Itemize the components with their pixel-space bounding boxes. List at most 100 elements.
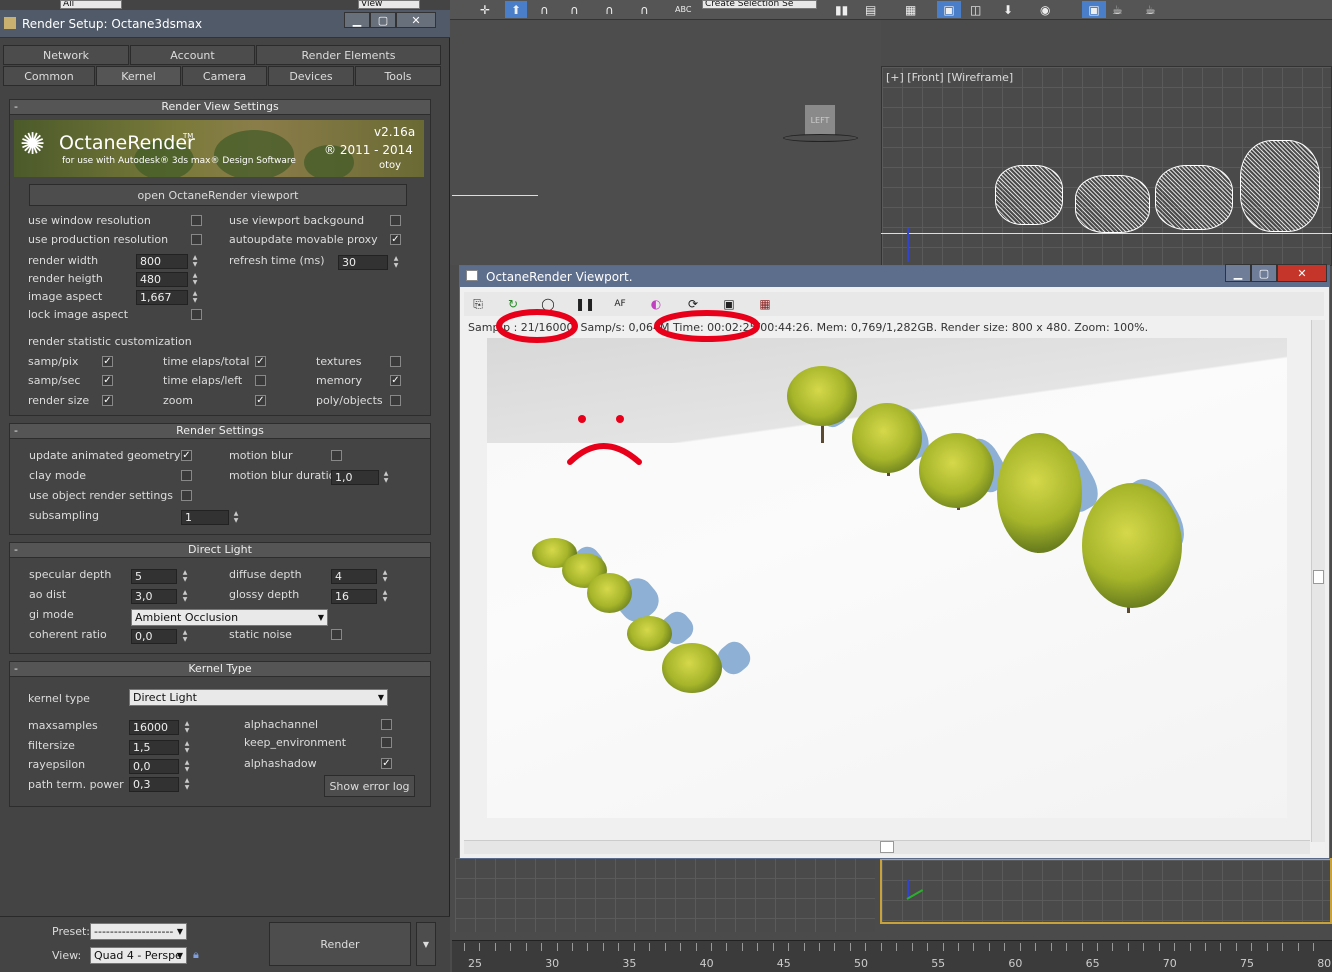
- render-button[interactable]: Render: [269, 922, 411, 966]
- preset-dropdown[interactable]: -------------------- ▼: [90, 923, 187, 940]
- glossy-depth-field[interactable]: 16: [331, 589, 377, 604]
- object-settings-checkbox[interactable]: [181, 490, 192, 501]
- close-button[interactable]: ✕: [396, 12, 436, 28]
- ov-close-button[interactable]: ✕: [1277, 264, 1327, 282]
- use-production-resolution-checkbox[interactable]: [191, 234, 202, 245]
- rayepsilon-spinner[interactable]: ▲ ▼: [183, 759, 191, 774]
- move-icon[interactable]: ✛: [480, 1, 490, 18]
- stat-samp-sec-checkbox[interactable]: ✓: [102, 375, 113, 386]
- stat-samp-pix-checkbox[interactable]: ✓: [102, 356, 113, 367]
- static-noise-checkbox[interactable]: [331, 629, 342, 640]
- alphashadow-checkbox[interactable]: ✓: [381, 758, 392, 769]
- maxsamples-field[interactable]: 16000: [129, 720, 179, 735]
- stat-textures-checkbox[interactable]: [390, 356, 401, 367]
- filtersize-spinner[interactable]: ▲ ▼: [183, 740, 191, 755]
- render-setup-icon[interactable]: ▣: [1082, 1, 1106, 18]
- tab-camera[interactable]: Camera: [182, 66, 267, 86]
- stat-zoom-checkbox[interactable]: ✓: [255, 395, 266, 406]
- refresh-time-field[interactable]: 30: [338, 255, 388, 270]
- ov-minimize-button[interactable]: ▁: [1225, 264, 1251, 282]
- kernel-type-header[interactable]: - Kernel Type: [9, 661, 431, 677]
- perspective-viewport-active[interactable]: [880, 858, 1332, 924]
- layer-icon[interactable]: ▦: [905, 1, 916, 18]
- update-geometry-checkbox[interactable]: ✓: [181, 450, 192, 461]
- mirror-icon[interactable]: ▮▮: [835, 1, 848, 18]
- gi-mode-dropdown[interactable]: Ambient Occlusion ▼: [131, 609, 328, 626]
- coherent-ratio-spinner[interactable]: ▲ ▼: [181, 629, 189, 644]
- snap-toggle-icon[interactable]: ∩: [540, 1, 549, 18]
- align-icon[interactable]: ▤: [865, 1, 876, 18]
- ao-dist-field[interactable]: 3,0: [131, 589, 177, 604]
- open-octane-viewport-button[interactable]: open OctaneRender viewport: [29, 184, 407, 206]
- lock-icon[interactable]: 🔒︎: [193, 948, 199, 962]
- show-error-log-button[interactable]: Show error log: [324, 775, 415, 797]
- subsampling-spinner[interactable]: ▲ ▼: [232, 510, 240, 525]
- view-cube[interactable]: LEFT: [805, 105, 835, 135]
- motion-blur-checkbox[interactable]: [331, 450, 342, 461]
- path-term-power-spinner[interactable]: ▲ ▼: [183, 777, 191, 792]
- vertical-scrollbar[interactable]: [1311, 320, 1325, 842]
- schematic-icon[interactable]: ⬇: [1003, 1, 1013, 18]
- render-options-dropdown[interactable]: ▼: [416, 922, 436, 966]
- motion-blur-duration-spinner[interactable]: ▲ ▼: [382, 470, 390, 485]
- horizontal-scrollbar[interactable]: [464, 840, 1310, 854]
- stat-memory-checkbox[interactable]: ✓: [390, 375, 401, 386]
- curve-editor-icon[interactable]: ◫: [970, 1, 981, 18]
- tab-render-elements[interactable]: Render Elements: [256, 45, 441, 65]
- subsampling-field[interactable]: 1: [181, 510, 229, 525]
- motion-blur-duration-field[interactable]: 1,0: [331, 470, 379, 485]
- render-height-field[interactable]: 480: [136, 272, 188, 287]
- kernel-type-dropdown[interactable]: Direct Light ▼: [129, 689, 388, 706]
- create-selection-set[interactable]: Create Selection Se: [702, 0, 817, 9]
- maximize-button[interactable]: ▢: [370, 12, 396, 28]
- view-dropdown[interactable]: Quad 4 - Perspe ▼: [90, 947, 187, 964]
- coherent-ratio-field[interactable]: 0,0: [131, 629, 177, 644]
- stat-time-left-checkbox[interactable]: [255, 375, 266, 386]
- ao-dist-spinner[interactable]: ▲ ▼: [181, 589, 189, 604]
- tab-kernel[interactable]: Kernel: [96, 66, 181, 86]
- render-frame-icon[interactable]: ☕: [1112, 1, 1123, 18]
- clay-mode-checkbox[interactable]: [181, 470, 192, 481]
- render-width-field[interactable]: 800: [136, 254, 188, 269]
- direct-light-header[interactable]: - Direct Light: [9, 542, 431, 558]
- tab-common[interactable]: Common: [3, 66, 95, 86]
- timeline-ruler[interactable]: 25 30 35 40 45 50 55 60 65 70 75 80: [452, 940, 1332, 972]
- left-bottom-viewport[interactable]: [455, 858, 875, 932]
- front-viewport-label[interactable]: [+] [Front] [Wireframe]: [886, 71, 1013, 84]
- path-term-power-field[interactable]: 0,3: [129, 777, 179, 792]
- spinner-snap-icon[interactable]: ∩: [640, 1, 649, 18]
- rayepsilon-field[interactable]: 0,0: [129, 759, 179, 774]
- diffuse-depth-field[interactable]: 4: [331, 569, 377, 584]
- horizontal-scroll-thumb[interactable]: [880, 841, 894, 853]
- autoupdate-proxy-checkbox[interactable]: ✓: [390, 234, 401, 245]
- selection-filter-dropdown[interactable]: All: [60, 0, 122, 9]
- refresh-time-spinner[interactable]: ▲ ▼: [392, 255, 400, 270]
- diffuse-depth-spinner[interactable]: ▲ ▼: [381, 569, 389, 584]
- perspective-viewport[interactable]: LEFT: [450, 20, 881, 265]
- use-viewport-background-checkbox[interactable]: [390, 215, 401, 226]
- graph-editor-icon[interactable]: ▣: [937, 1, 961, 18]
- stat-time-total-checkbox[interactable]: ✓: [255, 356, 266, 367]
- percent-snap-icon[interactable]: ∩: [605, 1, 614, 18]
- specular-depth-spinner[interactable]: ▲ ▼: [181, 569, 189, 584]
- render-height-spinner[interactable]: ▲ ▼: [191, 272, 199, 287]
- lock-aspect-checkbox[interactable]: [191, 309, 202, 320]
- alphachannel-checkbox[interactable]: [381, 719, 392, 730]
- image-aspect-field[interactable]: 1,667: [136, 290, 188, 305]
- render-width-spinner[interactable]: ▲ ▼: [191, 254, 199, 269]
- minimize-button[interactable]: ▁: [344, 12, 370, 28]
- vertical-scroll-thumb[interactable]: [1313, 570, 1324, 584]
- ov-maximize-button[interactable]: ▢: [1251, 264, 1277, 282]
- stat-render-size-checkbox[interactable]: ✓: [102, 395, 113, 406]
- tab-tools[interactable]: Tools: [355, 66, 441, 86]
- image-aspect-spinner[interactable]: ▲ ▼: [191, 290, 199, 305]
- select-move-icon[interactable]: ⬆: [505, 1, 527, 18]
- abc-icon[interactable]: ABC: [675, 1, 691, 18]
- render-settings-header[interactable]: - Render Settings: [9, 423, 431, 439]
- tab-account[interactable]: Account: [130, 45, 255, 65]
- specular-depth-field[interactable]: 5: [131, 569, 177, 584]
- reference-coord-dropdown[interactable]: View: [358, 0, 420, 9]
- filtersize-field[interactable]: 1,5: [129, 740, 179, 755]
- tab-network[interactable]: Network: [3, 45, 129, 65]
- use-window-resolution-checkbox[interactable]: [191, 215, 202, 226]
